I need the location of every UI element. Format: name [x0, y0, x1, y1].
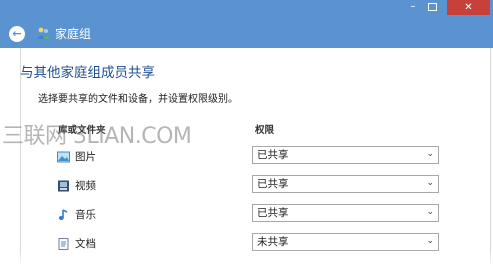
close-button[interactable]: ✕: [447, 0, 490, 15]
pictures-icon: [57, 151, 70, 163]
chevron-down-icon: ⌄: [426, 207, 434, 217]
homegroup-icon: [37, 27, 50, 39]
bottom-fade: [20, 250, 491, 266]
documents-icon: [58, 238, 69, 250]
library-label-videos: 视频: [75, 180, 96, 192]
videos-icon: [58, 180, 69, 192]
chevron-down-icon: ⌄: [426, 178, 434, 188]
permission-select-videos[interactable]: 已共享 ⌄: [252, 175, 439, 193]
address-bar: ← 家庭组: [0, 20, 493, 48]
watermark: 三联网 3LIAN.COM: [2, 124, 192, 149]
permission-value: 已共享: [257, 178, 289, 190]
chevron-down-icon: ⌄: [426, 149, 434, 159]
instruction-text: 选择要共享的文件和设备，并设置权限级别。: [38, 94, 238, 105]
page-title: 与其他家庭组成员共享: [20, 65, 155, 81]
music-icon: [58, 209, 68, 220]
back-button[interactable]: ←: [9, 26, 25, 42]
minimize-button[interactable]: –: [404, 2, 422, 14]
permission-value: 已共享: [257, 207, 289, 219]
window-titlebar: – ✕: [0, 0, 493, 20]
library-label-music: 音乐: [75, 209, 96, 221]
maximize-button[interactable]: [428, 3, 437, 11]
permission-select-music[interactable]: 已共享 ⌄: [252, 204, 439, 222]
column-header-permission: 权限: [255, 125, 275, 136]
permission-select-pictures[interactable]: 已共享 ⌄: [252, 146, 439, 164]
chevron-down-icon: ⌄: [426, 236, 434, 246]
library-label-documents: 文档: [75, 238, 96, 250]
permission-select-documents[interactable]: 未共享 ⌄: [252, 233, 439, 251]
permission-value: 未共享: [257, 236, 289, 248]
permission-value: 已共享: [257, 149, 289, 161]
back-arrow-icon: ←: [12, 27, 22, 40]
library-label-pictures: 图片: [75, 151, 96, 163]
breadcrumb[interactable]: 家庭组: [55, 26, 91, 42]
